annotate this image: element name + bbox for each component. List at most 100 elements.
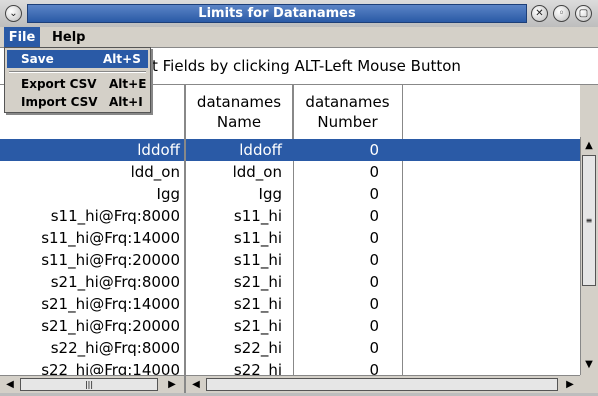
vertical-scroll-thumb[interactable]: ≡ bbox=[582, 155, 596, 286]
table-row[interactable]: ldd_on 0 bbox=[186, 161, 580, 183]
number-cell[interactable]: 0 bbox=[293, 139, 379, 161]
name-cell[interactable]: s22_hi bbox=[186, 359, 282, 375]
name-cell[interactable]: ldd_on bbox=[186, 161, 282, 183]
table-row[interactable]: s22_hi 0 bbox=[186, 359, 580, 375]
scroll-right-icon[interactable]: ▶ bbox=[562, 376, 578, 392]
save-label: Save bbox=[21, 52, 54, 66]
title-bar[interactable]: ⌄ Limits for Datanames ✕ ◦ ▢ bbox=[0, 0, 598, 28]
save-accelerator: Alt+S bbox=[103, 52, 141, 66]
key-list-item[interactable]: Igg bbox=[0, 183, 186, 205]
key-cell: s21_hi@Frq:20000 bbox=[41, 317, 180, 335]
number-cell[interactable]: 0 bbox=[293, 227, 379, 249]
table-row[interactable]: lddoff 0 bbox=[186, 139, 580, 161]
export-accelerator: Alt+E bbox=[109, 77, 147, 91]
number-cell[interactable]: 0 bbox=[293, 359, 379, 375]
table-row[interactable]: s11_hi 0 bbox=[186, 249, 580, 271]
scroll-right-glyph: ▶ bbox=[168, 378, 176, 390]
key-cell: s11_hi@Frq:20000 bbox=[41, 251, 180, 269]
key-cell: s11_hi@Frq:8000 bbox=[50, 207, 180, 225]
table-row[interactable]: s21_hi 0 bbox=[186, 293, 580, 315]
pane-splitter[interactable] bbox=[184, 85, 186, 393]
import-label: Import CSV bbox=[21, 95, 98, 109]
name-header-line2: Name bbox=[216, 113, 262, 131]
key-cell: Igg bbox=[156, 185, 180, 203]
name-cell[interactable]: Igg bbox=[186, 183, 282, 205]
title-strip: Limits for Datanames bbox=[27, 4, 527, 23]
table-body[interactable]: lddoff 0 ldd_on 0 Igg 0 s11_hi 0 s11_hi 0 s11_hi 0 s… bbox=[186, 139, 580, 375]
scroll-up-icon[interactable]: ▲ bbox=[581, 137, 597, 153]
maximize-glyph: ▢ bbox=[578, 7, 589, 19]
key-cell: s11_hi@Frq:14000 bbox=[41, 229, 180, 247]
number-cell[interactable]: 0 bbox=[293, 161, 379, 183]
name-cell[interactable]: s21_hi bbox=[186, 271, 282, 293]
name-cell[interactable]: s11_hi bbox=[186, 205, 282, 227]
key-cell: ldd_on bbox=[130, 163, 180, 181]
number-cell[interactable]: 0 bbox=[293, 315, 379, 337]
key-list-item[interactable]: ldd_on bbox=[0, 161, 186, 183]
menu-item-export-csv[interactable]: Export CSV Alt+E bbox=[7, 75, 148, 93]
right-horizontal-scrollbar[interactable]: ◀ ▶ bbox=[186, 375, 580, 393]
menu-item-import-csv[interactable]: Import CSV Alt+I bbox=[7, 93, 148, 111]
table-row[interactable]: Igg 0 bbox=[186, 183, 580, 205]
name-cell[interactable]: lddoff bbox=[186, 139, 282, 161]
number-cell[interactable]: 0 bbox=[293, 205, 379, 227]
menu-help[interactable]: Help bbox=[52, 27, 88, 47]
number-cell[interactable]: 0 bbox=[293, 271, 379, 293]
name-column-header[interactable]: datanames Name bbox=[186, 85, 293, 139]
right-hscroll-thumb[interactable] bbox=[206, 378, 558, 391]
key-cell: s21_hi@Frq:14000 bbox=[41, 295, 180, 313]
key-list-item[interactable]: s11_hi@Frq:8000 bbox=[0, 205, 186, 227]
minimize-glyph: ◦ bbox=[558, 7, 565, 19]
key-list-item[interactable]: s21_hi@Frq:8000 bbox=[0, 271, 186, 293]
key-cell: s22_hi@Frq:14000 bbox=[41, 361, 180, 375]
vertical-scrollbar[interactable]: ▲ ≡ ▼ bbox=[580, 137, 598, 375]
name-cell[interactable]: s11_hi bbox=[186, 227, 282, 249]
name-cell[interactable]: s21_hi bbox=[186, 293, 282, 315]
key-list-item[interactable]: s11_hi@Frq:14000 bbox=[0, 227, 186, 249]
maximize-icon[interactable]: ▢ bbox=[575, 5, 592, 22]
table-row[interactable]: s21_hi 0 bbox=[186, 315, 580, 337]
close-icon[interactable]: ✕ bbox=[531, 5, 548, 22]
name-cell[interactable]: s22_hi bbox=[186, 337, 282, 359]
dataname-key-pane[interactable]: lddoff ldd_on Igg s11_hi@Frq:8000 s11_hi@Frq… bbox=[0, 85, 186, 375]
left-horizontal-scrollbar[interactable]: ◀ ||| ▶ bbox=[0, 375, 184, 393]
table-row[interactable]: s11_hi 0 bbox=[186, 227, 580, 249]
scroll-up-glyph: ▲ bbox=[585, 139, 593, 151]
menu-item-save[interactable]: Save Alt+S bbox=[7, 50, 148, 68]
minimize-icon[interactable]: ◦ bbox=[553, 5, 570, 22]
number-column-header[interactable]: datanames Number bbox=[293, 85, 403, 139]
key-list-item[interactable]: s22_hi@Frq:14000 bbox=[0, 359, 186, 375]
key-list[interactable]: lddoff ldd_on Igg s11_hi@Frq:8000 s11_hi@Frq… bbox=[0, 139, 186, 375]
export-label: Export CSV bbox=[21, 77, 97, 91]
hint-text: t Fields by clicking ALT-Left Mouse Butt… bbox=[152, 57, 461, 75]
key-list-item[interactable]: s22_hi@Frq:8000 bbox=[0, 337, 186, 359]
table-row[interactable]: s11_hi 0 bbox=[186, 205, 580, 227]
menu-bar: File Help bbox=[0, 27, 598, 47]
number-cell[interactable]: 0 bbox=[293, 293, 379, 315]
menu-file[interactable]: File bbox=[4, 27, 40, 47]
key-list-item[interactable]: s11_hi@Frq:20000 bbox=[0, 249, 186, 271]
left-hscroll-thumb[interactable]: ||| bbox=[20, 378, 158, 391]
scroll-left-icon[interactable]: ◀ bbox=[188, 376, 204, 392]
scroll-left-icon[interactable]: ◀ bbox=[2, 376, 18, 392]
table-row[interactable]: s22_hi 0 bbox=[186, 337, 580, 359]
scroll-right-glyph-2: ▶ bbox=[566, 378, 574, 390]
file-dropdown-menu: Save Alt+S Export CSV Alt+E Import CSV A… bbox=[4, 47, 151, 113]
key-list-item[interactable]: s21_hi@Frq:20000 bbox=[0, 315, 186, 337]
number-cell[interactable]: 0 bbox=[293, 249, 379, 271]
key-list-item[interactable]: lddoff bbox=[0, 139, 186, 161]
window-menu-glyph: ⌄ bbox=[9, 7, 18, 19]
number-header-line2: Number bbox=[317, 113, 378, 131]
window-menu-icon[interactable]: ⌄ bbox=[5, 5, 22, 22]
key-list-item[interactable]: s21_hi@Frq:14000 bbox=[0, 293, 186, 315]
table-row[interactable]: s21_hi 0 bbox=[186, 271, 580, 293]
number-cell[interactable]: 0 bbox=[293, 337, 379, 359]
scroll-right-icon[interactable]: ▶ bbox=[164, 376, 180, 392]
number-header-line1: datanames bbox=[305, 93, 390, 111]
number-cell[interactable]: 0 bbox=[293, 183, 379, 205]
scroll-down-icon[interactable]: ▼ bbox=[581, 356, 597, 372]
dataname-table-pane[interactable]: datanames Name datanames Number lddoff 0 l… bbox=[186, 85, 580, 375]
name-cell[interactable]: s11_hi bbox=[186, 249, 282, 271]
import-accelerator: Alt+I bbox=[109, 95, 143, 109]
name-cell[interactable]: s21_hi bbox=[186, 315, 282, 337]
